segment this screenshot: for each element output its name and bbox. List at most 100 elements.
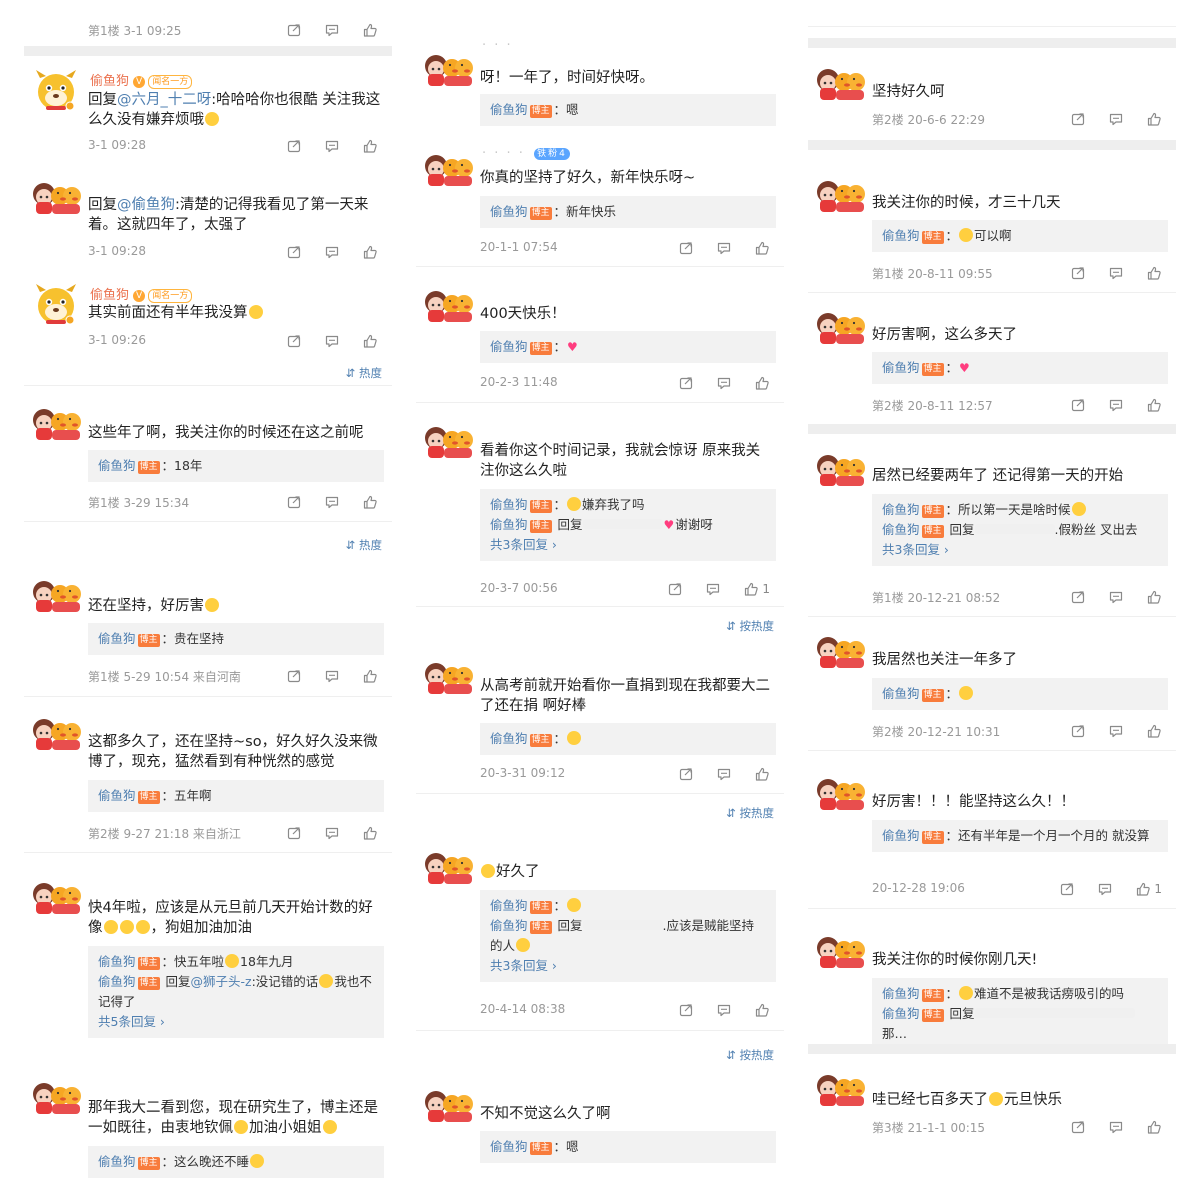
reply-author[interactable]: 偷鱼狗 <box>490 102 528 117</box>
sort-button[interactable]: ⇵ 按热度 <box>726 1047 774 1063</box>
reply-box[interactable]: 偷鱼狗 博主： <box>872 678 1168 710</box>
reply-author[interactable]: 偷鱼狗 <box>490 898 528 913</box>
share-icon[interactable] <box>286 494 302 510</box>
mention-link[interactable]: @狮子头-z <box>191 974 252 989</box>
reply-box[interactable]: 偷鱼狗 博主： <box>480 723 776 755</box>
avatar[interactable] <box>814 926 866 970</box>
share-icon[interactable] <box>667 581 683 597</box>
avatar[interactable] <box>814 768 866 812</box>
author-name[interactable]: · · · <box>482 38 513 53</box>
more-replies-link[interactable]: 共5条回复 › <box>98 1012 374 1032</box>
like-icon[interactable] <box>1146 111 1162 127</box>
reply-box[interactable]: 偷鱼狗 博主：嫌弃我了吗 偷鱼狗 博主 回复 ♥谢谢呀 共3条回复 › <box>480 489 776 561</box>
avatar[interactable] <box>30 282 82 326</box>
comment-icon[interactable] <box>1097 881 1113 897</box>
comment-icon[interactable] <box>324 494 340 510</box>
reply-author[interactable]: 偷鱼狗 <box>98 974 136 989</box>
reply-author[interactable]: 偷鱼狗 <box>490 204 528 219</box>
share-icon[interactable] <box>678 766 694 782</box>
reply-author[interactable]: 偷鱼狗 <box>882 228 920 243</box>
reply-box[interactable]: 偷鱼狗 博主 ：还有半年是一个月一个月的 就没算 <box>872 820 1168 852</box>
reply-author[interactable]: 偷鱼狗 <box>490 517 528 532</box>
comment-icon[interactable] <box>716 375 732 391</box>
avatar[interactable] <box>30 172 82 216</box>
like-icon[interactable] <box>362 138 378 154</box>
share-icon[interactable] <box>1070 723 1086 739</box>
share-icon[interactable] <box>1070 111 1086 127</box>
reply-box[interactable]: 偷鱼狗 博主 ：18年 <box>88 450 384 482</box>
reply-author[interactable]: 偷鱼狗 <box>882 986 920 1001</box>
share-icon[interactable] <box>286 244 302 260</box>
reply-box[interactable]: 偷鱼狗 博主 ：♥ <box>480 331 776 363</box>
like-icon[interactable] <box>362 668 378 684</box>
comment-icon[interactable] <box>324 668 340 684</box>
avatar[interactable] <box>30 708 82 752</box>
like-icon[interactable] <box>1146 1119 1162 1135</box>
avatar[interactable] <box>422 652 474 696</box>
comment-icon[interactable] <box>1108 265 1124 281</box>
reply-author[interactable]: 偷鱼狗 <box>882 686 920 701</box>
comment-icon[interactable] <box>324 244 340 260</box>
like-icon[interactable] <box>362 22 378 38</box>
avatar[interactable] <box>30 1072 82 1116</box>
reply-box[interactable]: 偷鱼狗 博主 ：五年啊 <box>88 780 384 812</box>
comment-icon[interactable] <box>1108 111 1124 127</box>
avatar[interactable] <box>422 44 474 88</box>
share-icon[interactable] <box>678 240 694 256</box>
author-name[interactable]: 偷鱼狗 V 闻名一方 <box>90 284 193 303</box>
comment-icon[interactable] <box>716 766 732 782</box>
comment-icon[interactable] <box>705 581 721 597</box>
reply-box[interactable]: 偷鱼狗 博主：难道不是被我话痨吸引的吗 偷鱼狗 博主 回复 那… <box>872 978 1168 1044</box>
avatar[interactable] <box>814 58 866 102</box>
reply-author[interactable]: 偷鱼狗 <box>882 502 920 517</box>
comment-icon[interactable] <box>1108 723 1124 739</box>
share-icon[interactable] <box>286 138 302 154</box>
more-replies-link[interactable]: 共3条回复 › <box>490 535 766 555</box>
share-icon[interactable] <box>1059 881 1075 897</box>
like-icon[interactable] <box>362 494 378 510</box>
avatar[interactable] <box>814 444 866 488</box>
share-icon[interactable] <box>678 1002 694 1018</box>
author-name[interactable]: 偷鱼狗 V 闻名一方 <box>90 70 193 89</box>
reply-author[interactable]: 偷鱼狗 <box>882 828 920 843</box>
like-icon[interactable] <box>1146 265 1162 281</box>
avatar[interactable] <box>422 280 474 324</box>
mention-link[interactable]: @偷鱼狗 <box>117 197 175 213</box>
share-icon[interactable] <box>286 668 302 684</box>
like-button[interactable]: 1 <box>743 581 770 597</box>
like-icon[interactable] <box>754 1002 770 1018</box>
avatar[interactable] <box>30 398 82 442</box>
reply-box[interactable]: 偷鱼狗 博主 ：嗯 <box>480 1131 776 1163</box>
reply-author[interactable]: 偷鱼狗 <box>490 497 528 512</box>
avatar[interactable] <box>814 302 866 346</box>
comment-icon[interactable] <box>716 1002 732 1018</box>
share-icon[interactable] <box>1070 1119 1086 1135</box>
reply-author[interactable]: 偷鱼狗 <box>98 788 136 803</box>
like-icon[interactable] <box>1146 397 1162 413</box>
reply-author[interactable]: 偷鱼狗 <box>98 954 136 969</box>
share-icon[interactable] <box>286 22 302 38</box>
reply-author[interactable]: 偷鱼狗 <box>490 339 528 354</box>
reply-box[interactable]: 偷鱼狗 博主： 偷鱼狗 博主 回复 .应该是贼能坚持的人 共3条回复 › <box>480 890 776 982</box>
reply-author[interactable]: 偷鱼狗 <box>882 522 920 537</box>
more-replies-link[interactable]: 共3条回复 › <box>490 956 766 976</box>
comment-icon[interactable] <box>1108 397 1124 413</box>
avatar[interactable] <box>30 68 82 112</box>
share-icon[interactable] <box>1070 265 1086 281</box>
reply-box[interactable]: 偷鱼狗 博主 ：嗯 <box>480 94 776 126</box>
comment-icon[interactable] <box>1108 589 1124 605</box>
like-icon[interactable] <box>362 244 378 260</box>
reply-author[interactable]: 偷鱼狗 <box>490 918 528 933</box>
sort-button[interactable]: ⇵ 按热度 <box>726 618 774 634</box>
share-icon[interactable] <box>286 333 302 349</box>
avatar[interactable] <box>422 144 474 188</box>
share-icon[interactable] <box>1070 589 1086 605</box>
avatar[interactable] <box>814 1064 866 1108</box>
share-icon[interactable] <box>286 825 302 841</box>
like-icon[interactable] <box>362 333 378 349</box>
comment-icon[interactable] <box>324 22 340 38</box>
author-name[interactable]: · · · · 铁粉4 <box>482 146 570 161</box>
like-icon[interactable] <box>362 825 378 841</box>
reply-author[interactable]: 偷鱼狗 <box>490 1139 528 1154</box>
like-icon[interactable] <box>754 766 770 782</box>
